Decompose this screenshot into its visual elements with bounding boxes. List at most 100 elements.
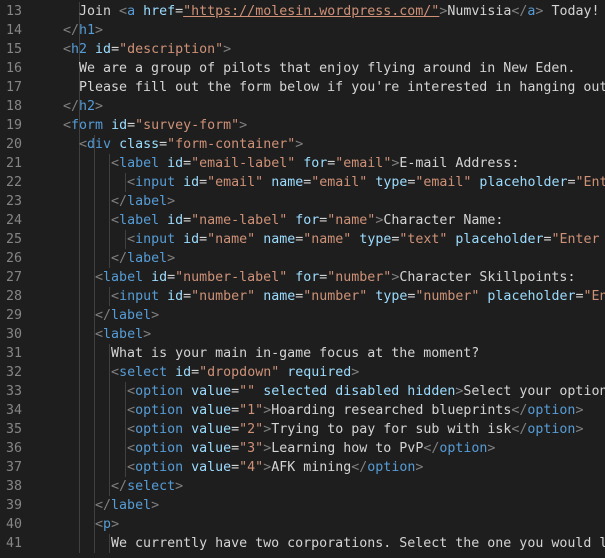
code-line[interactable]: 26 </label>	[0, 249, 605, 268]
token-tag: input	[135, 175, 176, 190]
line-number: 15	[5, 42, 22, 57]
token-text: Please fill out the form below if you're…	[79, 80, 605, 95]
token-text: =	[231, 384, 240, 399]
token-attr: value	[191, 384, 232, 399]
code-line[interactable]: 17 Please fill out the form below if you…	[0, 78, 605, 97]
token-tag: h2	[71, 42, 88, 57]
token-punct: <	[119, 4, 128, 19]
token-tag: option	[135, 422, 184, 437]
code-line[interactable]: 13 Join <a href="https://molesin.wordpre…	[0, 2, 605, 21]
token-link[interactable]: "https://molesin.wordpress.com/"	[183, 4, 439, 19]
line-number: 34	[5, 403, 22, 418]
code-line[interactable]: 23 </label>	[0, 192, 605, 211]
code-line[interactable]: 38 </select>	[0, 477, 605, 496]
code-line[interactable]: 19 <form id="survey-form">	[0, 116, 605, 135]
token-punct: </	[63, 99, 80, 114]
token-punct: </	[111, 251, 128, 266]
code-line[interactable]: 41 We currently have two corporations. S…	[0, 534, 605, 553]
token-text: We currently have two corporations. Sele…	[63, 536, 605, 551]
code-line[interactable]: 40 <p>	[0, 515, 605, 534]
code-line[interactable]: 36 <option value="3">Learning how to PvP…	[0, 439, 605, 458]
token-punct: >	[487, 441, 496, 456]
token-tag: option	[135, 384, 184, 399]
code-text: <option value="" selected disabled hidde…	[63, 382, 605, 401]
line-number: 16	[5, 61, 22, 76]
code-line[interactable]: 34 <option value="1">Hoarding researched…	[0, 401, 605, 420]
token-attr: selected disabled hidden	[263, 384, 456, 399]
line-number: 41	[5, 536, 22, 551]
code-line[interactable]: 16 We are a group of pilots that enjoy f…	[0, 59, 605, 78]
code-line[interactable]: 27 <label id="number-label" for="number"…	[0, 268, 605, 287]
code-line[interactable]: 25 <input id="name" name="name" type="te…	[0, 230, 605, 249]
code-text: </label>	[63, 192, 175, 211]
token-str: "number-label"	[175, 270, 288, 285]
token-attr: value	[191, 422, 232, 437]
code-line[interactable]: 21 <label id="email-label" for="email">E…	[0, 154, 605, 173]
code-line[interactable]: 18 </h2>	[0, 97, 605, 116]
token-punct: >	[95, 23, 104, 38]
token-tag: label	[111, 498, 152, 513]
token-punct: <	[95, 327, 104, 342]
token-punct: <	[111, 289, 120, 304]
token-attr: value	[191, 460, 232, 475]
token-attr: value	[191, 441, 232, 456]
token-text: We are a group of pilots that enjoy flyi…	[63, 61, 576, 76]
token-str: "description"	[119, 42, 224, 57]
code-line[interactable]: 33 <option value="" selected disabled hi…	[0, 382, 605, 401]
code-line[interactable]: 32 <select id="dropdown" required>	[0, 363, 605, 382]
code-line[interactable]: 30 <label>	[0, 325, 605, 344]
token-str: "Ente	[575, 175, 605, 190]
token-str: "Ent	[583, 289, 605, 304]
token-punct: <	[127, 403, 136, 418]
code-line[interactable]: 20 <div class="form-container">	[0, 135, 605, 154]
token-text: =	[183, 213, 192, 228]
code-line[interactable]: 22 <input id="email" name="email" type="…	[0, 173, 605, 192]
token-str: "number"	[415, 289, 480, 304]
line-number: 40	[5, 517, 22, 532]
code-line[interactable]: 14 </h1>	[0, 21, 605, 40]
token-tag: h2	[79, 99, 96, 114]
code-line[interactable]: 35 <option value="2">Trying to pay for s…	[0, 420, 605, 439]
code-line[interactable]: 31 What is your main in-game focus at th…	[0, 344, 605, 363]
token-text: Select your option	[463, 384, 605, 399]
token-tag: a	[127, 4, 136, 19]
line-number: 26	[5, 251, 22, 266]
code-line[interactable]: 37 <option value="4">AFK mining</option>	[0, 458, 605, 477]
token-attr: name	[263, 232, 296, 247]
token-text: =	[575, 289, 584, 304]
code-text: <div class="form-container">	[63, 135, 303, 154]
token-str: "survey-form"	[135, 118, 240, 133]
token-tag: option	[135, 441, 184, 456]
token-attr: placeholder	[487, 289, 576, 304]
token-attr: for	[295, 270, 320, 285]
token-text: What is your main in-game focus at the m…	[63, 346, 480, 361]
token-text: =	[111, 42, 120, 57]
code-editor[interactable]: 13 Join <a href="https://molesin.wordpre…	[0, 0, 605, 558]
token-punct: <	[127, 441, 136, 456]
code-line[interactable]: 28 <input id="number" name="number" type…	[0, 287, 605, 306]
token-punct: <	[127, 384, 136, 399]
token-text: =	[543, 232, 552, 247]
code-text: We currently have two corporations. Sele…	[63, 534, 605, 553]
token-text: Learning how to PvP	[271, 441, 424, 456]
code-line[interactable]: 24 <label id="name-label" for="name">Cha…	[0, 211, 605, 230]
token-tag: option	[135, 403, 184, 418]
code-line[interactable]: 39 </label>	[0, 496, 605, 515]
token-attr: id	[175, 365, 192, 380]
code-line[interactable]: 29 </label>	[0, 306, 605, 325]
code-line[interactable]: 15 <h2 id="description">	[0, 40, 605, 59]
token-tag: label	[111, 308, 152, 323]
code-text: <label id="name-label" for="name">Charac…	[63, 211, 503, 230]
token-text: Character Name:	[383, 213, 504, 228]
token-tag: input	[135, 232, 176, 247]
